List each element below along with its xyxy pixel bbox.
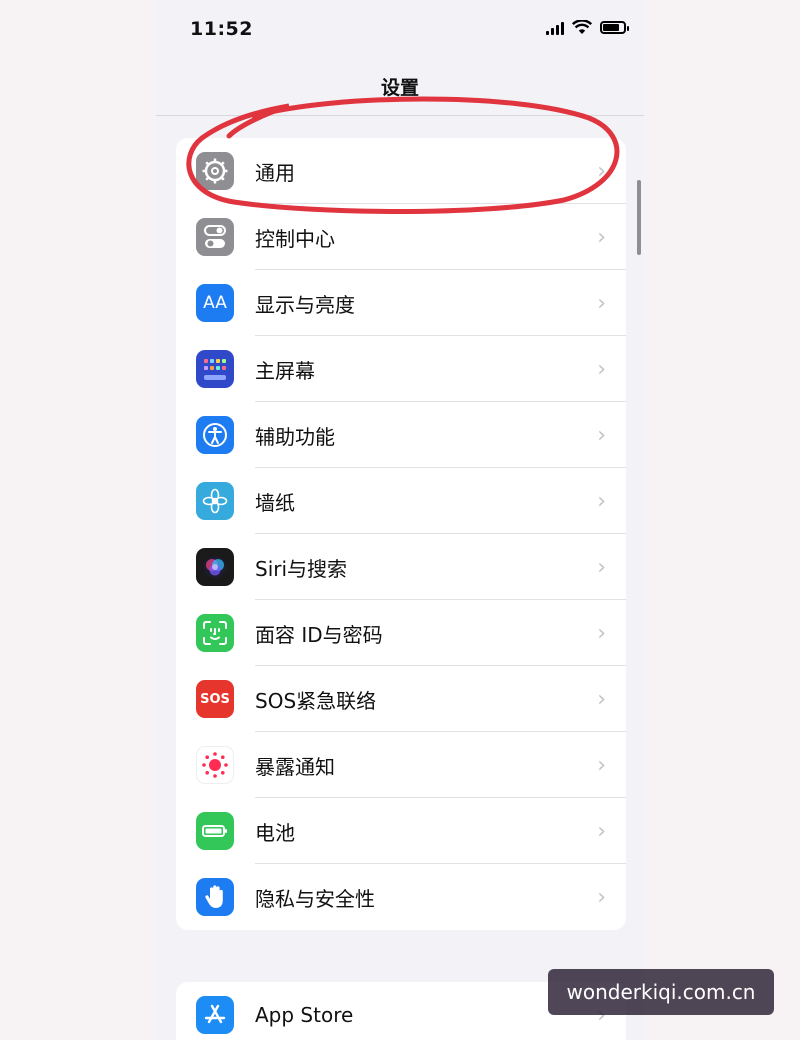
chevron-right-icon: › bbox=[597, 356, 606, 382]
wifi-icon bbox=[572, 20, 592, 34]
settings-item-label: 主屏幕 bbox=[255, 358, 315, 383]
watermark: wonderkiqi.com.cn bbox=[548, 969, 774, 1015]
app-store-icon bbox=[196, 996, 234, 1034]
control-center-icon bbox=[196, 218, 234, 256]
scrollbar[interactable] bbox=[637, 180, 641, 255]
chevron-right-icon: › bbox=[597, 554, 606, 580]
sos-icon: SOS bbox=[196, 680, 234, 718]
chevron-right-icon: › bbox=[597, 752, 606, 778]
exposure-notification-icon bbox=[196, 746, 234, 784]
battery-icon bbox=[196, 812, 234, 850]
status-bar: 11:52 bbox=[156, 0, 644, 62]
settings-item-label: Siri与搜索 bbox=[255, 556, 348, 581]
settings-item-display-brightness[interactable]: AA 显示与亮度 › bbox=[176, 270, 626, 336]
settings-item-wallpaper[interactable]: 墙纸 › bbox=[176, 468, 626, 534]
status-icons bbox=[546, 20, 629, 35]
accessibility-icon bbox=[196, 416, 234, 454]
settings-item-privacy-security[interactable]: 隐私与安全性 › bbox=[176, 864, 626, 930]
settings-item-exposure-notifications[interactable]: 暴露通知 › bbox=[176, 732, 626, 798]
settings-item-label: 通用 bbox=[255, 160, 295, 185]
chevron-right-icon: › bbox=[597, 224, 606, 250]
settings-item-label: 暴露通知 bbox=[255, 754, 335, 779]
settings-item-label: SOS紧急联络 bbox=[255, 688, 377, 713]
settings-item-label: 面容 ID与密码 bbox=[255, 622, 383, 647]
settings-group-main: 通用 › 控制中心 › AA 显示与亮度 › 主屏幕 › 辅助功能 › 墙纸 ›… bbox=[176, 138, 626, 930]
nav-divider bbox=[156, 115, 644, 116]
cellular-signal-icon bbox=[546, 21, 564, 35]
settings-item-label: 隐私与安全性 bbox=[255, 886, 375, 911]
page-title: 设置 bbox=[380, 77, 419, 99]
settings-item-label: 墙纸 bbox=[255, 490, 295, 515]
home-screen-icon bbox=[196, 350, 234, 388]
settings-item-label: 电池 bbox=[255, 820, 295, 845]
face-id-icon bbox=[196, 614, 234, 652]
chevron-right-icon: › bbox=[597, 818, 606, 844]
settings-item-accessibility[interactable]: 辅助功能 › bbox=[176, 402, 626, 468]
settings-item-emergency-sos[interactable]: SOS SOS紧急联络 › bbox=[176, 666, 626, 732]
status-time: 11:52 bbox=[190, 18, 253, 40]
battery-status-icon bbox=[600, 21, 629, 34]
chevron-right-icon: › bbox=[597, 884, 606, 910]
settings-item-face-id-passcode[interactable]: 面容 ID与密码 › bbox=[176, 600, 626, 666]
wallpaper-icon bbox=[196, 482, 234, 520]
settings-item-home-screen[interactable]: 主屏幕 › bbox=[176, 336, 626, 402]
settings-screen: 11:52 设置 通用 › 控制中心 › AA 显示与亮度 › 主屏幕 › 辅助… bbox=[156, 0, 644, 1040]
settings-item-control-center[interactable]: 控制中心 › bbox=[176, 204, 626, 270]
chevron-right-icon: › bbox=[597, 686, 606, 712]
display-brightness-icon: AA bbox=[196, 284, 234, 322]
chevron-right-icon: › bbox=[597, 422, 606, 448]
chevron-right-icon: › bbox=[597, 488, 606, 514]
settings-item-battery[interactable]: 电池 › bbox=[176, 798, 626, 864]
settings-item-label: 辅助功能 bbox=[255, 424, 335, 449]
chevron-right-icon: › bbox=[597, 620, 606, 646]
settings-item-siri-search[interactable]: Siri与搜索 › bbox=[176, 534, 626, 600]
gear-icon bbox=[196, 152, 234, 190]
privacy-hand-icon bbox=[196, 878, 234, 916]
settings-item-general[interactable]: 通用 › bbox=[176, 138, 626, 204]
chevron-right-icon: › bbox=[597, 158, 606, 184]
settings-item-label: 显示与亮度 bbox=[255, 292, 355, 317]
chevron-right-icon: › bbox=[597, 290, 606, 316]
siri-icon bbox=[196, 548, 234, 586]
settings-item-label: 控制中心 bbox=[255, 226, 335, 251]
settings-item-label: App Store bbox=[255, 1003, 354, 1027]
